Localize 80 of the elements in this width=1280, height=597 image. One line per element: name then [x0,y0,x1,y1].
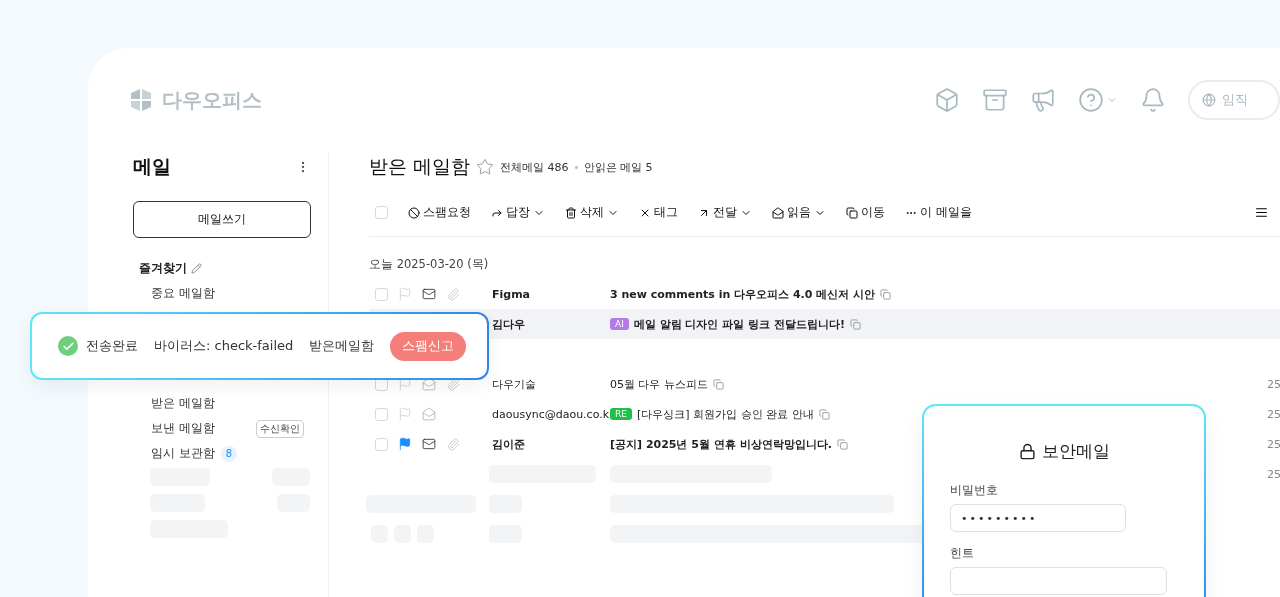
star-icon[interactable] [476,158,495,176]
pencil-icon[interactable] [191,262,202,274]
mail-subject: 메일 알림 디자인 파일 링크 전달드립니다! [633,316,845,332]
logo-icon [128,87,154,113]
flag-icon[interactable] [398,407,412,421]
flag-icon[interactable] [398,287,412,301]
copy-icon [846,206,858,219]
folder-item[interactable]: 받은 메일함 [151,395,215,412]
sidebar-title: 메일 [133,154,171,179]
trash-icon [565,206,577,219]
unread-count: 8 [220,445,237,462]
toolbar-button[interactable]: 삭제 [565,205,619,220]
row-checkbox[interactable] [375,407,388,421]
help-button[interactable] [1078,87,1118,113]
select-all-checkbox[interactable] [375,206,388,219]
folder-item[interactable]: 임시 보관함 [151,445,215,462]
ban-icon [408,206,420,219]
field-label: 비밀번호 [950,483,999,498]
mail-row[interactable]: 김다우 AI 메일 알림 디자인 파일 링크 전달드립니다! [369,309,1280,339]
mailbox-title: 받은 메일함 [369,154,471,179]
folder-name: 받은메일함 [309,337,375,355]
compose-button[interactable]: 메일쓰기 [133,201,311,238]
open-envelope-icon [772,206,784,219]
archive-icon[interactable] [982,87,1008,113]
globe-icon [1202,93,1216,107]
mail-subject: 3 new comments in 다우오피스 4.0 메신저 시안 [610,286,876,302]
mail-date: 25 [1267,377,1280,391]
copy-icon[interactable] [880,288,892,300]
toolbar-button[interactable]: 태그 [639,205,678,220]
lock-icon [1018,442,1036,460]
bell-icon[interactable] [1140,87,1166,113]
envelope-icon[interactable] [422,287,436,301]
mail-date: 25 [1267,467,1280,481]
sender-name: 다우기술 [492,376,537,392]
row-checkbox[interactable] [375,287,388,301]
field-label: 힌트 [950,546,975,561]
read-receipt-badge[interactable]: 수신확인 [256,419,304,438]
mail-subject: [공지] 2025년 5월 연휴 비상연락망입니다. [610,436,832,452]
unread-count: 안읽은 메일 5 [583,159,653,175]
sender-name: daousync@daou.co.k [492,407,610,421]
toolbar-button[interactable]: 스팸요청 [408,205,471,220]
sender-name: Figma [492,287,532,301]
copy-icon[interactable] [850,318,861,330]
toolbar-button[interactable]: 이동 [846,205,885,220]
total-count: 전체메일 486 [500,159,569,175]
help-icon [1078,87,1104,113]
open-envelope-icon[interactable] [422,377,436,391]
mail-tag: RE [610,408,632,420]
password-field[interactable]: ••••••••• [950,504,1126,532]
mail-tag: AI [610,318,629,330]
view-icon[interactable] [1255,206,1268,219]
toolbar-button[interactable]: 답장 [491,205,545,220]
folder-item[interactable]: 보낸 메일함 [151,420,215,437]
logo-text: 다우오피스 [162,86,262,114]
copy-icon[interactable] [713,378,724,390]
check-icon [58,336,78,356]
flag-icon[interactable] [398,437,412,451]
hint-field[interactable] [950,567,1167,595]
copy-icon[interactable] [836,438,848,450]
sender-name: 김다우 [492,316,526,332]
row-checkbox[interactable] [375,437,388,451]
cube-icon[interactable] [934,87,960,113]
toolbar-button[interactable]: 읽음 [772,205,826,220]
toolbar-button[interactable]: 전달 [698,205,752,220]
mail-date: 25 [1267,437,1280,451]
toolbar-button[interactable]: 이 메일을 [905,205,972,220]
envelope-icon[interactable] [422,437,436,451]
megaphone-icon[interactable] [1030,87,1056,113]
sender-name: 김이준 [492,436,526,452]
open-envelope-icon[interactable] [422,407,436,421]
mail-date: 25 [1267,407,1280,421]
mail-subject: 05월 다우 뉴스피드 [610,376,708,392]
favorites-label: 즐겨찾기 [139,259,187,277]
date-heading: 오늘 2025-03-20 (목) [369,255,490,273]
flag-icon[interactable] [398,377,412,391]
virus-status: 바이러스: check-failed [154,337,294,355]
folder-item[interactable]: 중요 메일함 [151,285,215,302]
copy-icon[interactable] [818,408,830,420]
toast-status: 전송완료 [86,337,138,355]
mail-subject: [다우싱크] 회원가입 승인 완료 안내 [636,406,814,422]
